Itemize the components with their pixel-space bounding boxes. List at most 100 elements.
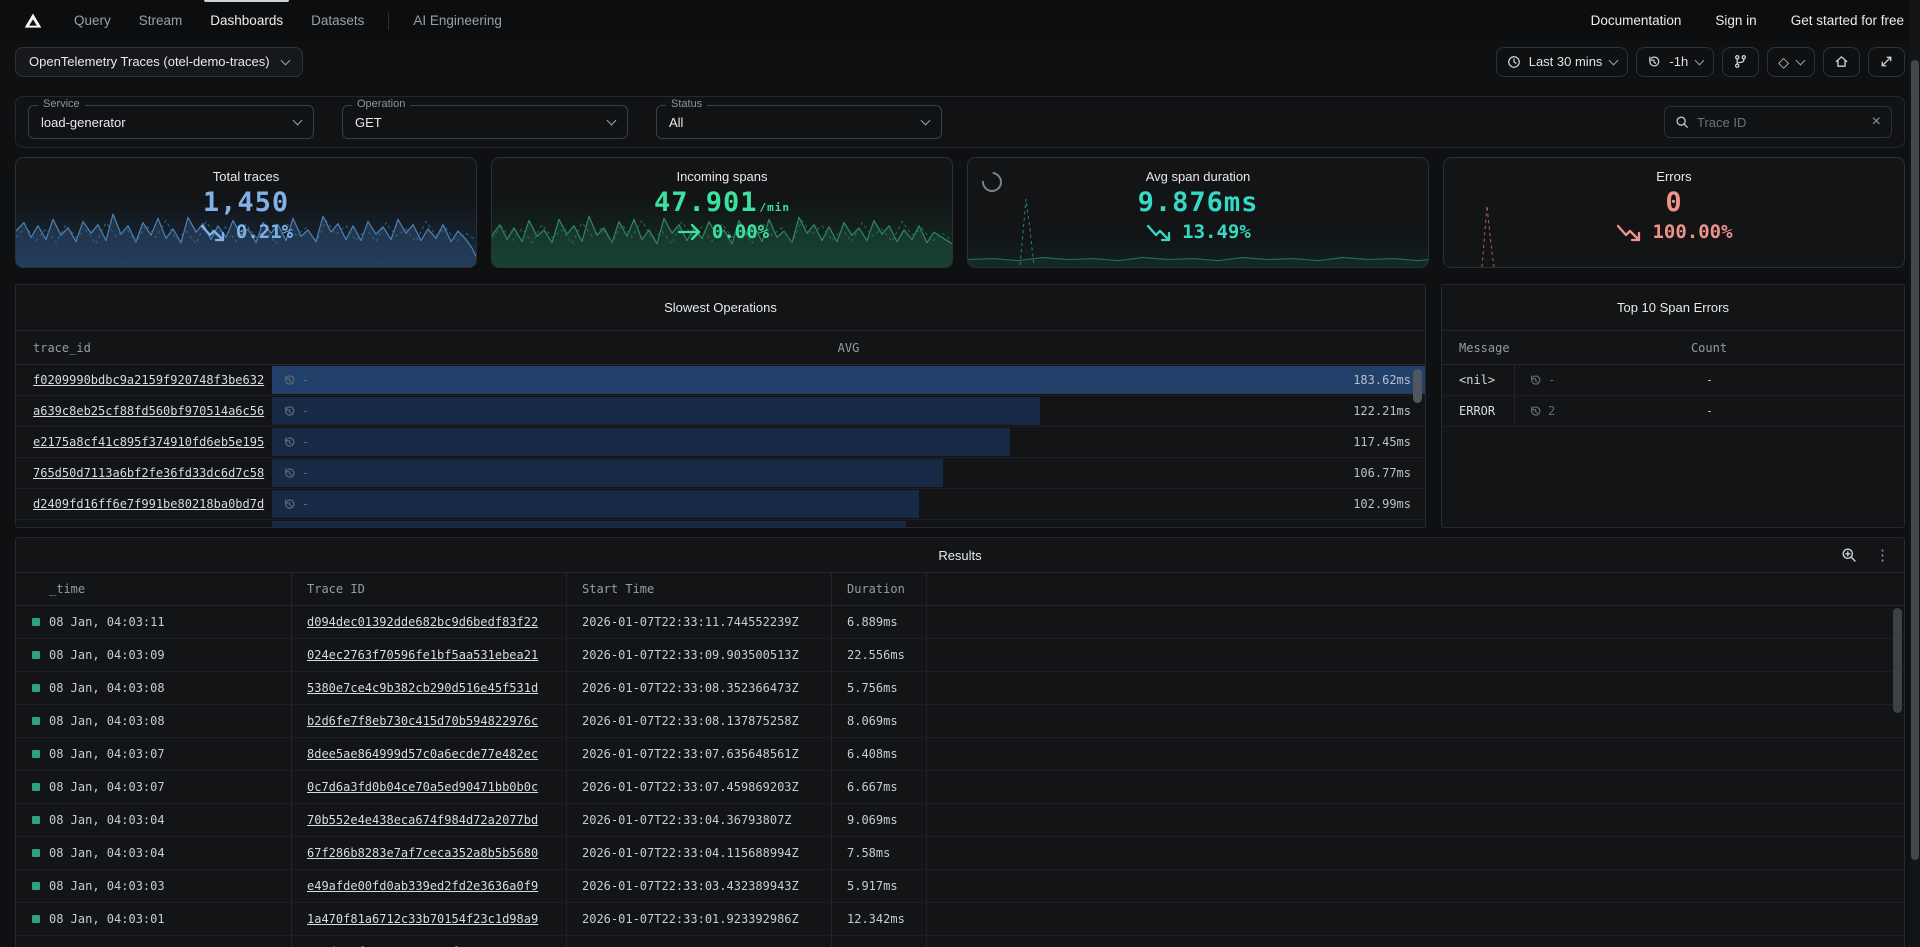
trend-flat-icon bbox=[675, 220, 703, 244]
clear-icon[interactable]: × bbox=[1872, 114, 1881, 130]
axiom-logo[interactable] bbox=[16, 11, 50, 31]
trace-id-link[interactable]: 765d50d7113a6bf2fe36fd33dc6d7c58 bbox=[33, 466, 264, 480]
slowest-operations-row[interactable]: 765d50d7113a6bf2fe36fd33dc6d7c58-106.77m… bbox=[16, 458, 1425, 489]
kebab-menu-icon[interactable]: ⋮ bbox=[1875, 546, 1890, 564]
time-range-button[interactable]: Last 30 mins bbox=[1496, 47, 1629, 77]
nav-item-query[interactable]: Query bbox=[60, 0, 125, 41]
results-row[interactable]: 08 Jan, 04:03:0470b552e4e438eca674f984d7… bbox=[16, 804, 1904, 837]
trace-id-cell: 8dee5ae864999d57c0a6ecde77e482ec bbox=[291, 738, 566, 770]
trace-id-cell: 0c7d6a3fd0b04ce70a5ed90471bb0b0c bbox=[291, 771, 566, 803]
operation-select[interactable]: Operation GET bbox=[342, 105, 628, 139]
results-row[interactable]: 08 Jan, 04:03:08 5380e7ce4c9b382cb290d516… bbox=[16, 672, 1904, 705]
row-spacer-cell bbox=[926, 639, 1904, 671]
trace-id-link[interactable]: b2d6fe7f8eb730c415d70b594822976c bbox=[307, 714, 538, 728]
panel-title: Results bbox=[938, 548, 981, 563]
status-select-label: Status bbox=[666, 98, 707, 110]
nav-item-datasets[interactable]: Datasets bbox=[297, 0, 378, 41]
trace-id-search-input[interactable] bbox=[1697, 115, 1864, 130]
column-header-spacer bbox=[926, 573, 1904, 605]
stat-card-incoming-spans[interactable]: Incoming spans 47.901/min 0.00% bbox=[491, 157, 953, 268]
trace-id-link[interactable]: a639c8eb25cf88fd560bf970514a6c56 bbox=[33, 404, 264, 418]
duration-cell: 12.342ms bbox=[831, 903, 926, 935]
results-row[interactable]: 08 Jan, 04:03:078dee5ae864999d57c0a6ecde… bbox=[16, 738, 1904, 771]
trace-id-link[interactable]: 67f286b8283e7af7ceca352a8b5b5680 bbox=[307, 846, 538, 860]
chevron-down-icon bbox=[293, 116, 303, 126]
stat-title: Total traces bbox=[16, 169, 476, 184]
trace-id-link[interactable]: 8dee5ae864999d57c0a6ecde77e482ec bbox=[307, 747, 538, 761]
trace-id-link[interactable]: e2175a8cf41c895f374910fd6eb5e195 bbox=[33, 435, 264, 449]
results-row[interactable]: 08 Jan, 04:03:03e49afde00fd0ab339ed2fd2e… bbox=[16, 870, 1904, 903]
nav-item-stream[interactable]: Stream bbox=[125, 0, 197, 41]
page-scrollbar-thumb[interactable] bbox=[1911, 60, 1919, 860]
trace-id-link[interactable]: 1a470f81a6712c33b70154f23c1d98a9 bbox=[307, 912, 538, 926]
history-icon bbox=[283, 374, 296, 387]
home-button[interactable] bbox=[1823, 47, 1860, 77]
avg-bar-cell: -102.99ms bbox=[272, 489, 1425, 519]
avg-bar-cell: -183.62ms bbox=[272, 365, 1425, 395]
results-row[interactable]: 08 Jan, 04:03:070c7d6a3fd0b04ce70a5ed904… bbox=[16, 771, 1904, 804]
avg-bar bbox=[272, 428, 1010, 456]
status-select[interactable]: Status All bbox=[656, 105, 942, 139]
slowest-operations-row[interactable] bbox=[16, 520, 1425, 528]
compare-value: - bbox=[302, 435, 309, 449]
slowest-operations-row[interactable]: e2175a8cf41c895f374910fd6eb5e195-117.45m… bbox=[16, 427, 1425, 458]
dashboard-selector[interactable]: OpenTelemetry Traces (otel-demo-traces) bbox=[15, 47, 303, 77]
trace-id-link[interactable]: d2409fd16ff6e7f991be80218ba0bd7d bbox=[33, 497, 264, 511]
column-header-count[interactable]: Count bbox=[1514, 341, 1904, 355]
documentation-link[interactable]: Documentation bbox=[1591, 13, 1682, 28]
column-header-start-time[interactable]: Start Time bbox=[566, 573, 831, 605]
trace-id-link[interactable]: 0c7d6a3fd0b04ce70a5ed90471bb0b0c bbox=[307, 780, 538, 794]
span-error-row[interactable]: <nil>-- bbox=[1442, 365, 1904, 396]
column-header-time[interactable]: _time bbox=[16, 573, 291, 605]
results-row[interactable]: 08 Jan, 04:03:00c39d70ef531994c597e0f369… bbox=[16, 936, 1904, 947]
column-header-duration[interactable]: Duration bbox=[831, 573, 926, 605]
results-row[interactable]: 08 Jan, 04:03:09024ec2763f70596fe1bf5aa5… bbox=[16, 639, 1904, 672]
trace-id-link[interactable]: f0209990bdbc9a2159f920748f3be632 bbox=[33, 373, 264, 387]
trace-id-link[interactable]: d094dec01392dde682bc9d6bedf83f22 bbox=[307, 615, 538, 629]
stat-card-avg-span-duration[interactable]: Avg span duration 9.876ms 13.49% bbox=[967, 157, 1429, 268]
compare-button[interactable]: -1h bbox=[1636, 47, 1714, 77]
slowest-scrollbar-thumb[interactable] bbox=[1413, 369, 1422, 403]
page-scrollbar[interactable] bbox=[1909, 0, 1920, 947]
count-value: - bbox=[1515, 373, 1904, 387]
nav-item-dashboards[interactable]: Dashboards bbox=[196, 0, 297, 41]
time-cell: 08 Jan, 04:03:04 bbox=[16, 837, 291, 869]
trace-id-cell: 70b552e4e438eca674f984d72a2077bd bbox=[291, 804, 566, 836]
results-row[interactable]: 08 Jan, 04:03:11d094dec01392dde682bc9d6b… bbox=[16, 606, 1904, 639]
trace-id-link[interactable]: 70b552e4e438eca674f984d72a2077bd bbox=[307, 813, 538, 827]
fork-button[interactable] bbox=[1722, 47, 1759, 77]
stat-card-total-traces[interactable]: Total traces 1,450 0.21% bbox=[15, 157, 477, 268]
column-header-trace-id[interactable]: trace_id bbox=[16, 341, 272, 355]
results-row[interactable]: 08 Jan, 04:03:08b2d6fe7f8eb730c415d70b59… bbox=[16, 705, 1904, 738]
time-value: 08 Jan, 04:03:08 bbox=[49, 681, 165, 695]
trace-id-link[interactable]: 5380e7ce4c9b382cb290d516e45f531d bbox=[307, 681, 538, 695]
results-row[interactable]: 08 Jan, 04:03:011a470f81a6712c33b70154f2… bbox=[16, 903, 1904, 936]
annotations-button[interactable]: ◇ bbox=[1767, 47, 1815, 77]
slowest-operations-row[interactable]: a639c8eb25cf88fd560bf970514a6c56-122.21m… bbox=[16, 396, 1425, 427]
get-started-link[interactable]: Get started for free bbox=[1791, 13, 1904, 28]
slowest-operations-row[interactable]: d2409fd16ff6e7f991be80218ba0bd7d -102.99m… bbox=[16, 489, 1425, 520]
trend-down-icon bbox=[1615, 220, 1643, 244]
column-header-trace-id[interactable]: Trace ID bbox=[291, 573, 566, 605]
slowest-operations-row[interactable]: f0209990bdbc9a2159f920748f3be632 -183.62m… bbox=[16, 365, 1425, 396]
stat-card-errors[interactable]: Errors 0 100.00% bbox=[1443, 157, 1905, 268]
start-time-cell: 2026-01-07T22:33:07.459869203Z bbox=[566, 771, 831, 803]
column-header-message[interactable]: Message bbox=[1442, 341, 1514, 355]
trace-id-link[interactable]: e49afde00fd0ab339ed2fd2e3636a0f9 bbox=[307, 879, 538, 893]
column-header-avg[interactable]: AVG bbox=[272, 341, 1425, 355]
start-time-cell: 2026-01-07T22:33:00.804174474Z bbox=[566, 936, 831, 947]
row-spacer-cell bbox=[926, 705, 1904, 737]
home-icon bbox=[1834, 54, 1849, 69]
results-header: _time Trace ID Start Time Duration bbox=[16, 573, 1904, 606]
nav-item-ai-engineering[interactable]: AI Engineering bbox=[399, 0, 516, 41]
results-scrollbar-thumb[interactable] bbox=[1893, 608, 1902, 713]
trace-id-link[interactable]: 024ec2763f70596fe1bf5aa531ebea21 bbox=[307, 648, 538, 662]
chevron-down-icon bbox=[1695, 55, 1705, 65]
service-select[interactable]: Service load-generator bbox=[28, 105, 314, 139]
results-row[interactable]: 08 Jan, 04:03:04 67f286b8283e7af7ceca352a… bbox=[16, 837, 1904, 870]
resize-button[interactable] bbox=[1868, 47, 1905, 77]
search-zoom-icon[interactable] bbox=[1841, 547, 1857, 563]
span-error-row[interactable]: ERROR2- bbox=[1442, 396, 1904, 427]
status-marker-icon bbox=[32, 915, 40, 923]
sign-in-link[interactable]: Sign in bbox=[1715, 13, 1756, 28]
